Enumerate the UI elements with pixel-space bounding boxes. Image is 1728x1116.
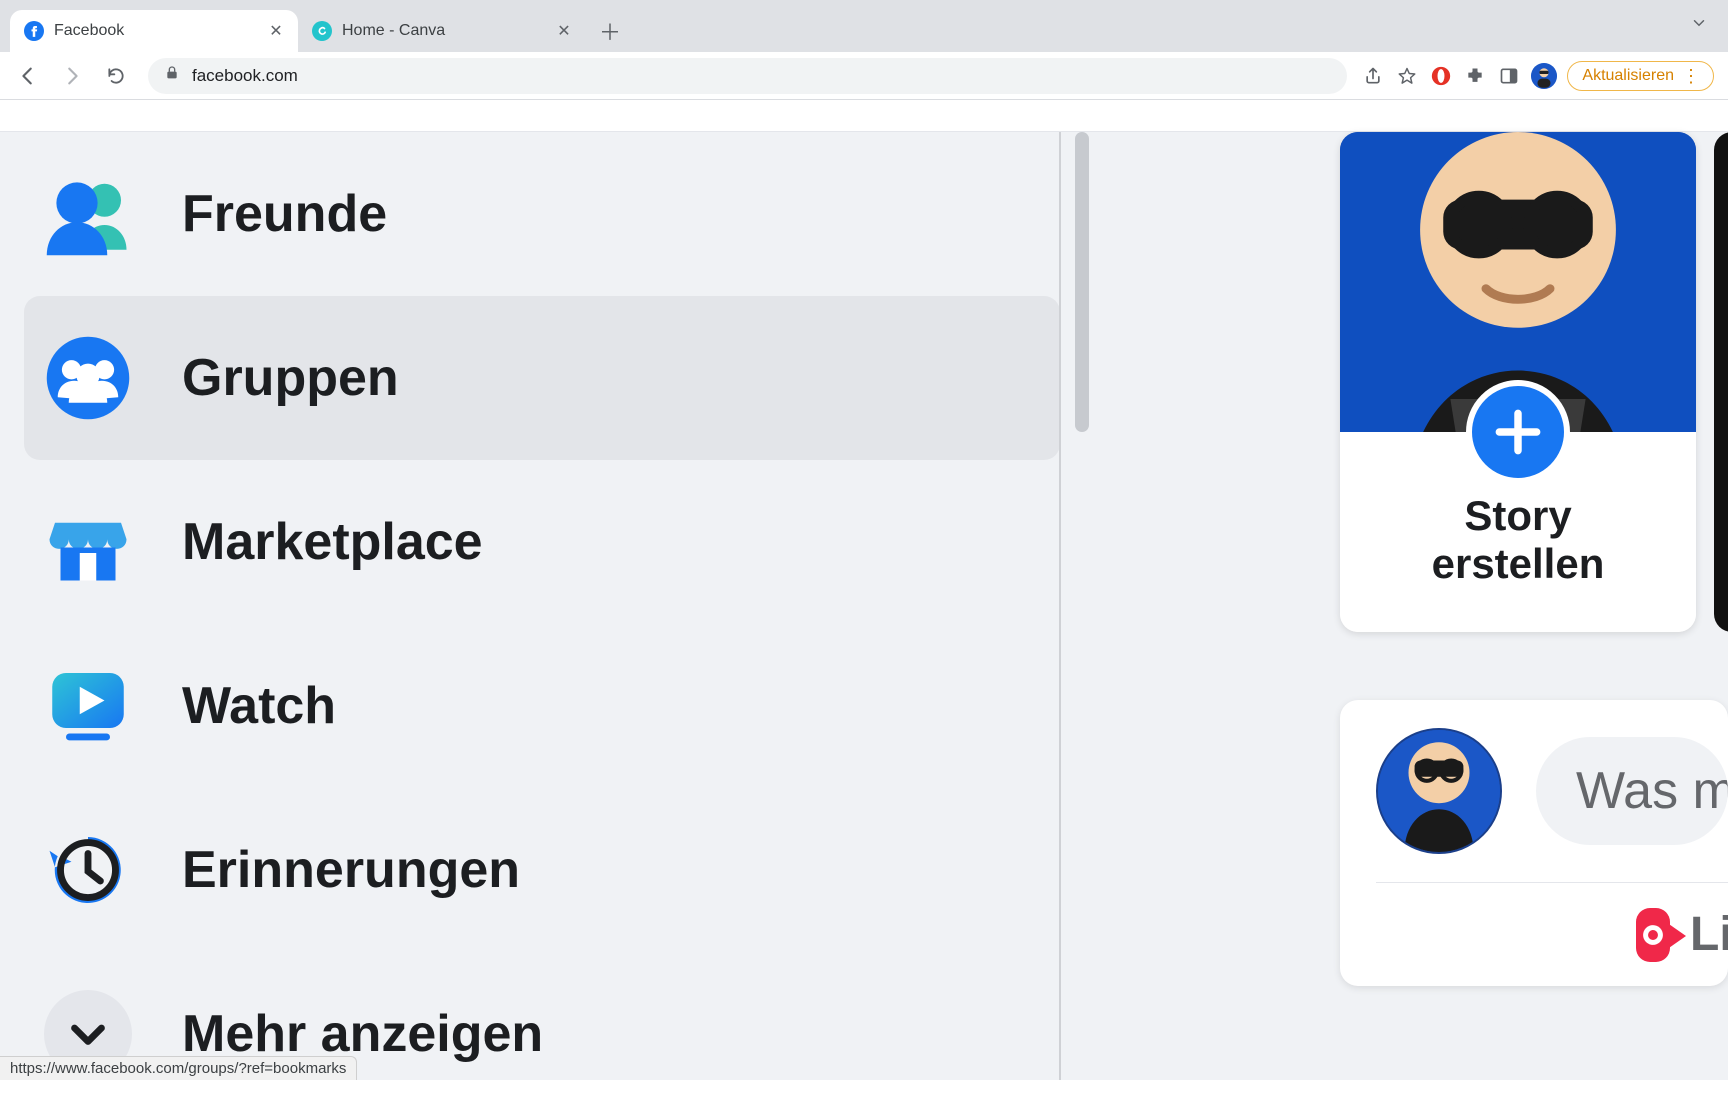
marketplace-icon [44,498,132,586]
tab-title: Home - Canva [342,22,546,40]
side-panel-icon[interactable] [1497,64,1521,88]
sidebar-item-label: Mehr anzeigen [182,1004,543,1064]
friends-icon [44,170,132,258]
browser-tab-facebook[interactable]: Facebook ✕ [10,10,298,52]
sidebar-item-label: Gruppen [182,348,399,408]
star-icon[interactable] [1395,64,1419,88]
sidebar-item-friends[interactable]: Freunde [24,132,1060,296]
status-url-text: https://www.facebook.com/groups/?ref=boo… [10,1060,346,1077]
tab-title: Facebook [54,22,258,40]
sidebar-item-label: Watch [182,676,336,736]
watch-icon [44,662,132,750]
composer-avatar[interactable] [1376,728,1502,854]
browser-toolbar: facebook.com Aktualisieren ⋮ [0,52,1728,100]
groups-icon [44,334,132,422]
new-tab-button[interactable]: ＋ [592,13,628,49]
sidebar-item-watch[interactable]: Watch [24,624,1060,788]
tab-close-icon[interactable]: ✕ [268,23,284,39]
tabs-overflow-icon[interactable] [1690,14,1708,37]
feed-right-area: Story erstellen [1090,132,1728,1080]
browser-tab-canva[interactable]: Home - Canva ✕ [298,10,586,52]
composer-input[interactable]: Was m [1536,737,1728,845]
create-story-card[interactable]: Story erstellen [1340,132,1696,632]
forward-button[interactable] [54,58,90,94]
share-icon[interactable] [1361,64,1385,88]
post-composer: Was m Live-V [1340,700,1728,986]
browser-tab-strip: Facebook ✕ Home - Canva ✕ ＋ [0,0,1728,52]
scrollbar-thumb[interactable] [1075,132,1089,432]
next-story-peek[interactable] [1714,132,1728,632]
sidebar-item-label: Freunde [182,184,387,244]
live-video-icon[interactable] [1636,908,1670,962]
sidebar-item-memories[interactable]: Erinnerungen [24,788,1060,952]
memories-icon [44,826,132,914]
back-button[interactable] [10,58,46,94]
status-bar-link-preview: https://www.facebook.com/groups/?ref=boo… [0,1056,357,1080]
lock-icon [164,65,180,86]
extension-opera-icon[interactable] [1429,64,1453,88]
profile-avatar-toolbar[interactable] [1531,63,1557,89]
menu-dots-icon: ⋮ [1682,67,1701,85]
tab-close-icon[interactable]: ✕ [556,23,572,39]
plus-icon [1466,380,1570,484]
address-bar[interactable]: facebook.com [148,58,1347,94]
sidebar-divider [1059,132,1061,1080]
sidebar-item-label: Erinnerungen [182,840,520,900]
facebook-favicon [24,21,44,41]
toolbar-right: Aktualisieren ⋮ [1361,61,1718,91]
update-button[interactable]: Aktualisieren ⋮ [1567,61,1714,91]
page-top-bar-gap [0,100,1728,132]
reload-button[interactable] [98,58,134,94]
sidebar-item-groups[interactable]: Gruppen [24,296,1060,460]
live-video-label[interactable]: Live-V [1690,907,1728,962]
sidebar-item-marketplace[interactable]: Marketplace [24,460,1060,624]
url-text: facebook.com [192,66,298,86]
page-viewport: Freunde Gruppen [0,100,1728,1080]
extensions-puzzle-icon[interactable] [1463,64,1487,88]
sidebar-item-label: Marketplace [182,512,483,572]
left-sidebar: Freunde Gruppen [0,132,1060,1080]
canva-favicon [312,21,332,41]
sidebar-item-more[interactable]: Mehr anzeigen [24,952,1060,1116]
update-label: Aktualisieren [1582,67,1674,85]
composer-placeholder: Was m [1576,761,1728,821]
